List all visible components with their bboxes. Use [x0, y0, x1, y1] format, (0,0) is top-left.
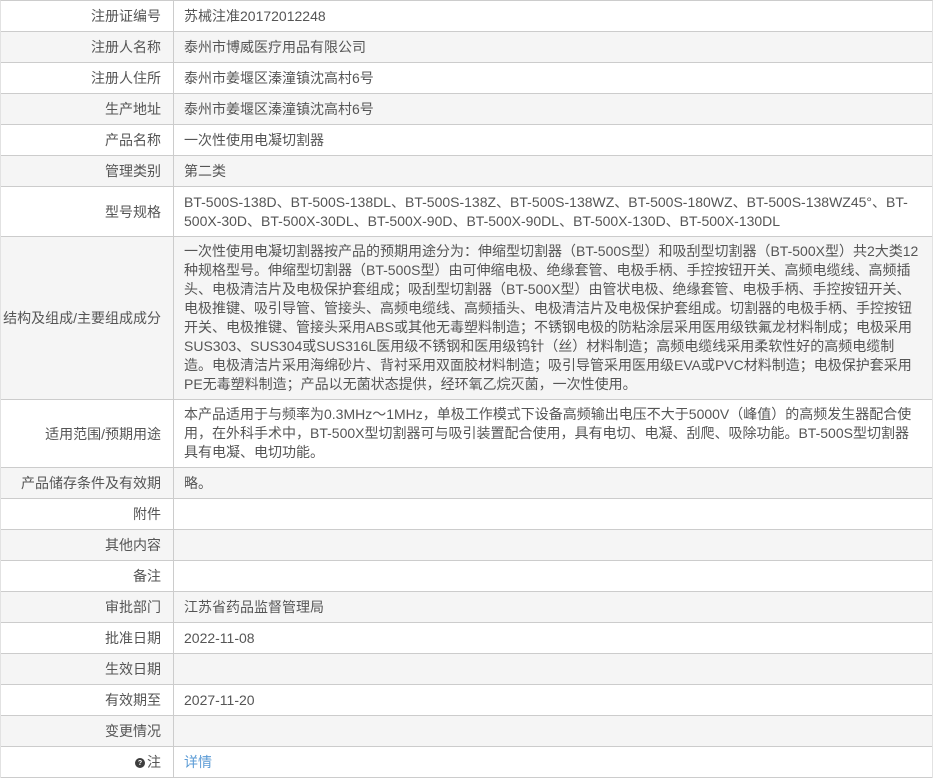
row-label: 产品名称: [1, 125, 174, 155]
note-icon: ?: [135, 758, 145, 768]
table-row-structure-composition: 结构及组成/主要组成成分 一次性使用电凝切割器按产品的预期用途分为：伸缩型切割器…: [1, 237, 932, 400]
row-label: 注册证编号: [1, 1, 174, 31]
table-row-approval-department: 审批部门 江苏省药品监督管理局: [1, 592, 932, 623]
row-value: 泰州市姜堰区溱潼镇沈高村6号: [184, 69, 374, 86]
row-label: 结构及组成/主要组成成分: [1, 237, 174, 399]
row-value: BT-500S-138D、BT-500S-138DL、BT-500S-138Z、…: [184, 193, 908, 229]
row-value: 一次性使用电凝切割器按产品的预期用途分为：伸缩型切割器（BT-500S型）和吸刮…: [184, 243, 919, 392]
row-label: 审批部门: [1, 592, 174, 622]
row-label: 注册人住所: [1, 63, 174, 93]
row-label: 备注: [1, 561, 174, 591]
row-value: 泰州市博威医疗用品有限公司: [184, 38, 366, 55]
table-row-intended-use: 适用范围/预期用途 本产品适用于与频率为0.3MHz～1MHz，单极工作模式下设…: [1, 400, 932, 468]
row-label: 变更情况: [1, 716, 174, 746]
row-value: 泰州市姜堰区溱潼镇沈高村6号: [184, 100, 374, 117]
row-label: 生产地址: [1, 94, 174, 124]
table-row-remarks: 备注: [1, 561, 932, 592]
table-row-approval-date: 批准日期 2022-11-08: [1, 623, 932, 654]
table-row-production-address: 生产地址 泰州市姜堰区溱潼镇沈高村6号: [1, 94, 932, 125]
table-row-storage-validity: 产品储存条件及有效期 略。: [1, 468, 932, 499]
table-row-expiry-date: 有效期至 2027-11-20: [1, 685, 932, 716]
row-value: 苏械注准20172012248: [184, 7, 326, 24]
table-row-effective-date: 生效日期: [1, 654, 932, 685]
row-value: 一次性使用电凝切割器: [184, 131, 324, 148]
detail-link[interactable]: 详情: [184, 753, 212, 772]
row-label: 附件: [1, 499, 174, 529]
row-value: 2022-11-08: [184, 629, 255, 646]
row-value: 2027-11-20: [184, 691, 255, 708]
row-value: 第二类: [184, 162, 226, 179]
row-label: 适用范围/预期用途: [1, 400, 174, 467]
row-label: 型号规格: [1, 187, 174, 236]
row-label: 管理类别: [1, 156, 174, 186]
row-label: 批准日期: [1, 623, 174, 653]
table-row-registrant-name: 注册人名称 泰州市博威医疗用品有限公司: [1, 32, 932, 63]
registration-info-table: 注册证编号 苏械注准20172012248 注册人名称 泰州市博威医疗用品有限公…: [0, 0, 933, 778]
row-label: ? 注: [1, 747, 174, 777]
row-label: 注册人名称: [1, 32, 174, 62]
table-row-note: ? 注 详情: [1, 747, 932, 778]
row-label-text: 注: [147, 754, 161, 770]
row-label: 有效期至: [1, 685, 174, 715]
row-label: 其他内容: [1, 530, 174, 560]
row-label: 产品储存条件及有效期: [1, 468, 174, 498]
table-row-product-name: 产品名称 一次性使用电凝切割器: [1, 125, 932, 156]
row-value: 江苏省药品监督管理局: [184, 598, 324, 615]
table-row-management-class: 管理类别 第二类: [1, 156, 932, 187]
table-row-reg-number: 注册证编号 苏械注准20172012248: [1, 1, 932, 32]
table-row-change-status: 变更情况: [1, 716, 932, 747]
table-row-registrant-address: 注册人住所 泰州市姜堰区溱潼镇沈高村6号: [1, 63, 932, 94]
row-label: 生效日期: [1, 654, 174, 684]
row-value: 本产品适用于与频率为0.3MHz～1MHz，单极工作模式下设备高频输出电压不大于…: [184, 406, 912, 460]
table-row-other-content: 其他内容: [1, 530, 932, 561]
table-row-attachments: 附件: [1, 499, 932, 530]
table-row-model-specs: 型号规格 BT-500S-138D、BT-500S-138DL、BT-500S-…: [1, 187, 932, 237]
row-value: 略。: [184, 474, 212, 491]
